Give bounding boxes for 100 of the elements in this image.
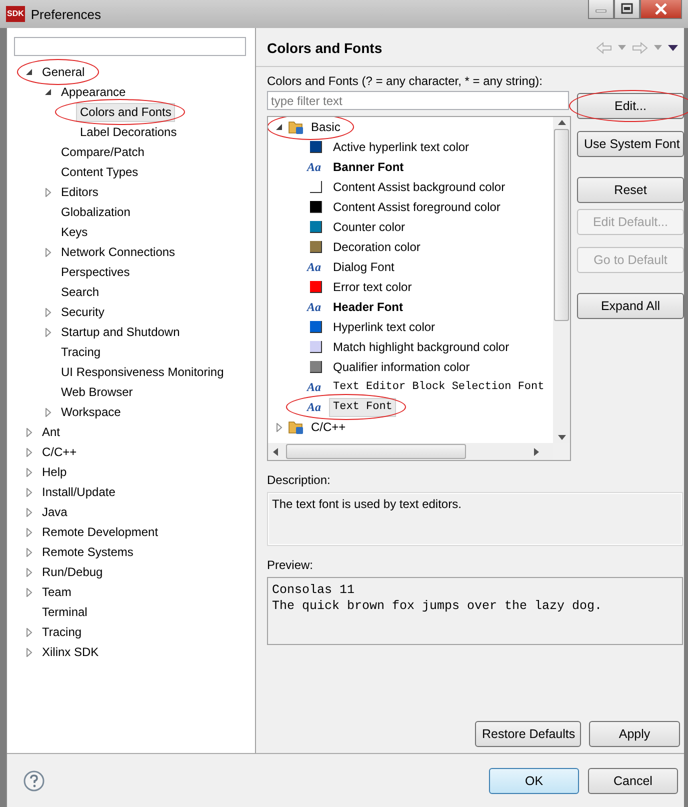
folder-icon xyxy=(288,419,304,435)
collapsed-arrow-icon[interactable] xyxy=(25,428,34,436)
tree-item[interactable]: Keys xyxy=(57,222,92,242)
preview-text: The quick brown fox jumps over the lazy dog. xyxy=(272,598,602,614)
filter-field[interactable] xyxy=(14,37,246,56)
font-icon: Aa xyxy=(307,300,325,314)
collapsed-arrow-icon[interactable] xyxy=(25,588,34,596)
tree-item[interactable]: Editors xyxy=(57,182,102,202)
expanded-arrow-icon[interactable] xyxy=(44,88,53,96)
tree-item[interactable]: Tracing xyxy=(38,622,86,642)
close-icon[interactable] xyxy=(640,0,682,19)
cancel-button[interactable]: Cancel xyxy=(588,768,678,794)
tree-item[interactable]: Content Assist foreground color xyxy=(329,198,504,216)
filter-field[interactable]: type filter text xyxy=(267,91,569,110)
tree-item[interactable]: Label Decorations xyxy=(76,122,181,142)
tree-item[interactable]: Globalization xyxy=(57,202,134,222)
tree-item[interactable]: Network Connections xyxy=(57,242,180,262)
collapsed-arrow-icon[interactable] xyxy=(25,508,34,516)
back-icon[interactable] xyxy=(596,42,612,54)
collapsed-arrow-icon[interactable] xyxy=(25,448,34,456)
action-button[interactable]: Use System Font xyxy=(577,131,684,157)
collapsed-arrow-icon[interactable] xyxy=(44,188,53,196)
action-button[interactable]: Expand All xyxy=(577,293,684,319)
collapsed-arrow-icon[interactable] xyxy=(25,488,34,496)
tree-item[interactable]: Install/Update xyxy=(38,482,120,502)
tree-item[interactable]: Workspace xyxy=(57,402,125,422)
preview-text: Consolas 11 xyxy=(272,582,355,598)
tree-item[interactable]: Decoration color xyxy=(329,238,424,256)
tree-item[interactable]: Terminal xyxy=(38,602,92,622)
collapsed-arrow-icon[interactable] xyxy=(275,422,284,432)
tree-item[interactable]: Tracing xyxy=(57,342,105,362)
tree-item[interactable]: Hyperlink text color xyxy=(329,318,440,336)
collapsed-arrow-icon[interactable] xyxy=(25,548,34,556)
collapsed-arrow-icon[interactable] xyxy=(25,468,34,476)
expanded-arrow-icon[interactable] xyxy=(275,122,284,132)
tree-item[interactable]: Security xyxy=(57,302,108,322)
collapsed-arrow-icon[interactable] xyxy=(44,248,53,256)
tree-item[interactable]: Remote Development xyxy=(38,522,162,542)
tree-item[interactable]: Dialog Font xyxy=(329,258,398,276)
tree-item[interactable]: Error text color xyxy=(329,278,416,296)
collapsed-arrow-icon[interactable] xyxy=(44,328,53,336)
tree-item[interactable]: Startup and Shutdown xyxy=(57,322,184,342)
tree-item[interactable]: Qualifier information color xyxy=(329,358,474,376)
page-title: Colors and Fonts xyxy=(267,40,382,56)
tree-item[interactable]: Text Editor Block Selection Font xyxy=(329,378,548,396)
tree-item[interactable]: Active hyperlink text color xyxy=(329,138,474,156)
tree-item[interactable]: Remote Systems xyxy=(38,542,138,562)
collapsed-arrow-icon[interactable] xyxy=(25,628,34,636)
menu-icon[interactable] xyxy=(668,44,678,50)
dropdown-icon[interactable] xyxy=(654,45,662,50)
scroll-right-icon[interactable] xyxy=(534,448,539,456)
tree-item[interactable]: Banner Font xyxy=(329,158,408,176)
apply-button[interactable]: Apply xyxy=(589,721,680,747)
action-button[interactable]: Reset xyxy=(577,177,684,203)
ok-button[interactable]: OK xyxy=(489,768,579,794)
tree-item[interactable]: Ant xyxy=(38,422,64,442)
collapsed-arrow-icon[interactable] xyxy=(25,648,34,656)
collapsed-arrow-icon[interactable] xyxy=(25,528,34,536)
tree-item[interactable]: C/C++ xyxy=(307,418,350,436)
tree-item[interactable]: Header Font xyxy=(329,298,408,316)
collapsed-arrow-icon[interactable] xyxy=(25,568,34,576)
scroll-left-icon[interactable] xyxy=(273,448,278,456)
tree-item[interactable]: Team xyxy=(38,582,76,602)
tree-item[interactable]: Counter color xyxy=(329,218,410,236)
tree-item[interactable]: Appearance xyxy=(57,82,130,102)
tree-item[interactable]: Content Types xyxy=(57,162,142,182)
scrollbar[interactable] xyxy=(553,117,570,443)
tree-item[interactable]: Help xyxy=(38,462,71,482)
collapsed-arrow-icon[interactable] xyxy=(44,408,53,416)
restore-defaults-button[interactable]: Restore Defaults xyxy=(475,721,581,747)
font-icon: Aa xyxy=(307,400,325,414)
maximize-icon[interactable] xyxy=(614,0,640,19)
collapsed-arrow-icon[interactable] xyxy=(44,308,53,316)
tree-item[interactable]: Compare/Patch xyxy=(57,142,148,162)
tree-item[interactable]: Run/Debug xyxy=(38,562,107,582)
tree-item[interactable]: Search xyxy=(57,282,104,302)
forward-icon[interactable] xyxy=(632,42,648,54)
tree-item[interactable]: Colors and Fonts xyxy=(76,102,176,122)
minimize-icon[interactable] xyxy=(588,0,614,19)
scroll-up-icon[interactable] xyxy=(558,120,566,125)
expanded-arrow-icon[interactable] xyxy=(25,68,34,76)
tree-item[interactable]: Match highlight background color xyxy=(329,338,514,356)
tree-item[interactable]: Xilinx SDK xyxy=(38,642,103,662)
tree-item[interactable]: Text Font xyxy=(329,398,396,416)
tree-item[interactable]: C/C++ xyxy=(38,442,81,462)
tree-item[interactable]: UI Responsiveness Monitoring xyxy=(57,362,228,382)
tree-item[interactable]: Basic xyxy=(307,118,344,136)
tree-item[interactable]: Web Browser xyxy=(57,382,137,402)
folder-icon xyxy=(288,119,304,135)
scroll-down-icon[interactable] xyxy=(558,435,566,440)
dropdown-icon[interactable] xyxy=(618,45,626,50)
action-button[interactable]: Edit... xyxy=(577,93,684,119)
tree-item[interactable]: Java xyxy=(38,502,72,522)
description-box: The text font is used by text editors. xyxy=(267,492,683,546)
tree-item[interactable]: Content Assist background color xyxy=(329,178,510,196)
font-icon: Aa xyxy=(307,380,325,394)
tree-item[interactable]: Perspectives xyxy=(57,262,134,282)
window-title: Preferences xyxy=(30,6,101,22)
help-icon[interactable] xyxy=(23,770,45,792)
tree-item[interactable]: General xyxy=(38,62,89,82)
